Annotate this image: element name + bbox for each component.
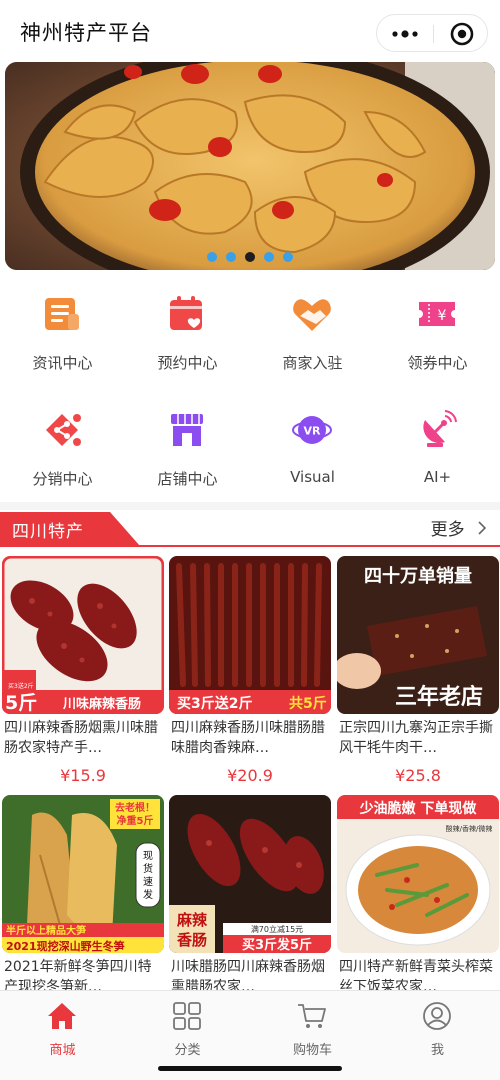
share-nodes-icon [46, 414, 81, 446]
pagination-dot[interactable] [264, 252, 274, 262]
grid-item-news[interactable]: 资讯中心 [0, 280, 125, 390]
tab-label: 分类 [174, 1043, 201, 1058]
product-image: 买3斤送2斤 共5斤 [169, 556, 331, 714]
banner-pagination [5, 252, 495, 262]
grid-item-visual[interactable]: VR Visual [250, 396, 375, 506]
grid-item-merchant[interactable]: 商家入驻 [250, 280, 375, 390]
svg-text:净重5斤: 净重5斤 [117, 814, 154, 827]
ellipsis-icon[interactable] [377, 15, 433, 53]
svg-text:2021现挖深山野生冬笋: 2021现挖深山野生冬笋 [6, 939, 125, 953]
product-name: 正宗四川九寨沟正宗手撕风干牦牛肉干… [339, 720, 493, 756]
grid-item-store[interactable]: 店铺中心 [125, 396, 250, 506]
tab-cart[interactable]: 购物车 [250, 991, 375, 1061]
grid-item-label: 领券中心 [407, 354, 468, 372]
section-more-link[interactable]: 更多 [431, 515, 488, 540]
app-title: 神州特产平台 [20, 21, 152, 45]
grid-item-label: 预约中心 [157, 354, 218, 372]
chevron-right-icon [478, 521, 487, 535]
svg-text:去老根！: 去老根！ [115, 801, 155, 814]
svg-text:买3斤发5斤: 买3斤发5斤 [242, 937, 312, 953]
pagination-dot[interactable] [283, 252, 293, 262]
grid-item-label: Visual [290, 468, 335, 486]
store-icon [171, 414, 203, 446]
pagination-dot[interactable] [207, 252, 217, 262]
svg-text:速: 速 [143, 876, 153, 888]
hero-banner[interactable] [5, 62, 495, 270]
user-icon [423, 1002, 451, 1030]
pagination-dot[interactable] [226, 252, 236, 262]
section-more-label: 更多 [430, 520, 465, 540]
nav-bar: 神州特产平台 [0, 0, 500, 62]
svg-text:买3斤送2斤: 买3斤送2斤 [177, 695, 252, 712]
product-image: 四十万单销量 三年老店 [337, 556, 499, 714]
tab-label: 商城 [49, 1043, 76, 1058]
product-price: ¥25.8 [395, 766, 441, 785]
product-image: 去老根！ 净重5斤 现 货 速 发 半斤以上精品大笋 2021现挖深山野生冬笋 [2, 795, 164, 953]
product-name: 四川麻辣香肠川味腊肠腊味腊肉香辣麻… [171, 720, 325, 756]
home-indicator [158, 1066, 342, 1071]
satellite-dish-icon [423, 410, 457, 447]
product-image: 少油脆嫩 下单现做 酸辣/香辣/微辣 [337, 795, 499, 953]
tab-home[interactable]: 商城 [0, 991, 125, 1061]
svg-text:四十万单销量: 四十万单销量 [364, 565, 472, 587]
tab-me[interactable]: 我 [375, 991, 500, 1061]
target-icon[interactable] [434, 15, 489, 53]
handshake-heart-icon [293, 299, 331, 331]
product-price: ¥20.9 [227, 766, 273, 785]
grid-icon [173, 1002, 201, 1030]
home-icon [48, 1003, 76, 1029]
vr-icon: VR [292, 416, 332, 444]
tab-label: 我 [430, 1043, 444, 1058]
grid-item-ai[interactable]: AI+ [375, 396, 500, 506]
grid-item-label: 店铺中心 [157, 470, 218, 488]
svg-text:少油脆嫩 下单现做: 少油脆嫩 下单现做 [359, 800, 478, 817]
svg-text:香肠: 香肠 [177, 931, 207, 949]
grid-item-label: 分销中心 [32, 470, 93, 488]
cart-icon [298, 1004, 326, 1028]
svg-text:VR: VR [304, 425, 322, 438]
section-title-wrap: 四川特产 [0, 512, 140, 546]
grid-item-label: AI+ [423, 468, 452, 486]
calendar-heart-icon [170, 296, 202, 330]
svg-text:半斤以上精品大笋: 半斤以上精品大笋 [6, 924, 86, 937]
grid-item-coupon[interactable]: ¥ 领券中心 [375, 280, 500, 390]
svg-text:麻辣: 麻辣 [176, 911, 208, 929]
product-price: ¥15.9 [60, 766, 106, 785]
section-header: 四川特产 更多 [0, 512, 500, 547]
svg-text:满70立减15元: 满70立减15元 [251, 924, 303, 934]
section-underline [0, 545, 500, 547]
tab-label: 购物车 [292, 1043, 332, 1058]
svg-text:川味麻辣香肠: 川味麻辣香肠 [62, 696, 141, 712]
pagination-dot-active[interactable] [245, 252, 255, 262]
svg-text:共5斤: 共5斤 [289, 695, 327, 712]
svg-text:酸辣/香辣/微辣: 酸辣/香辣/微辣 [446, 824, 493, 833]
svg-text:¥: ¥ [438, 308, 447, 324]
product-image: 麻辣 香肠 满70立减15元 买3斤发5斤 [169, 795, 331, 953]
svg-text:现: 现 [143, 850, 153, 862]
section-divider [0, 502, 500, 510]
grid-item-booking[interactable]: 预约中心 [125, 280, 250, 390]
grid-item-distribution[interactable]: 分销中心 [0, 396, 125, 506]
news-icon [45, 298, 79, 330]
section-title: 四川特产 [12, 522, 84, 542]
coupon-icon: ¥ [419, 302, 455, 326]
svg-text:三年老店: 三年老店 [395, 684, 483, 710]
product-name: 四川麻辣香肠烟熏川味腊肠农家特产手… [4, 720, 158, 756]
tab-category[interactable]: 分类 [125, 991, 250, 1061]
grid-item-label: 资讯中心 [32, 354, 93, 372]
svg-text:发: 发 [143, 888, 153, 901]
svg-text:5斤: 5斤 [5, 692, 37, 714]
svg-text:买3送2斤: 买3送2斤 [8, 682, 34, 690]
banner-food-image [5, 62, 495, 270]
product-image: 买3送2斤 5斤 川味麻辣香肠 [2, 556, 164, 714]
miniprogram-capsule [376, 14, 488, 52]
svg-text:货: 货 [143, 862, 153, 875]
grid-item-label: 商家入驻 [282, 354, 343, 372]
